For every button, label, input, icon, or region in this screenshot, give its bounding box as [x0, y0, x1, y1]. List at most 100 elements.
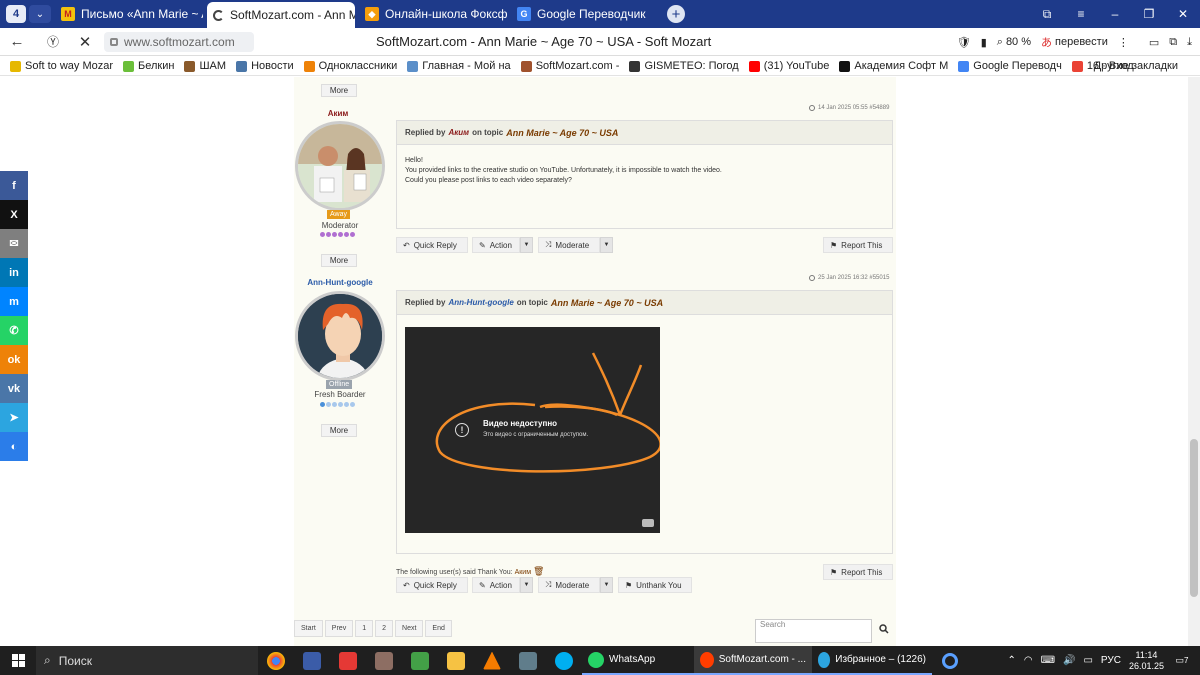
- taskbar-search[interactable]: ⌕ Поиск: [36, 646, 258, 675]
- vlc-icon[interactable]: [474, 646, 510, 675]
- share-button[interactable]: ✉: [0, 229, 28, 258]
- chrome-icon[interactable]: [258, 646, 294, 675]
- download-icon[interactable]: ⤓: [1187, 36, 1192, 49]
- report-button[interactable]: ⚑ Report This: [823, 564, 893, 580]
- notification-icon[interactable]: ▭ 7: [1172, 651, 1192, 671]
- close-button[interactable]: ✕: [1166, 7, 1200, 21]
- chevron-down-icon[interactable]: ▼: [600, 237, 613, 253]
- yandex-icon[interactable]: Ⓨ: [40, 33, 66, 50]
- other-bookmarks[interactable]: Другие закладки: [1094, 60, 1178, 72]
- protect-icon[interactable]: 🛡: [957, 36, 971, 49]
- circle-app-icon[interactable]: [932, 646, 968, 675]
- quick-reply-button[interactable]: ↶ Quick Reply: [396, 577, 468, 593]
- bookmark-item[interactable]: Белкин: [123, 60, 174, 72]
- share-button[interactable]: X: [0, 200, 28, 229]
- chevron-up-icon[interactable]: ⌃: [1007, 655, 1015, 666]
- sidebar-icon[interactable]: ▭: [1149, 36, 1159, 49]
- action-button[interactable]: ✎ Action ▼: [472, 577, 533, 593]
- keyboard-icon[interactable]: ⌨: [1041, 655, 1055, 666]
- bookmark-item[interactable]: Google Переводч: [958, 60, 1062, 72]
- bookmark-item[interactable]: GISMETEO: Погод: [629, 60, 739, 72]
- share-button[interactable]: f: [0, 171, 28, 200]
- tools-icon[interactable]: [402, 646, 438, 675]
- pager-next[interactable]: Next: [395, 620, 424, 637]
- pager-2[interactable]: 2: [375, 620, 394, 637]
- moderate-button[interactable]: ⤨ Moderate ▼: [538, 577, 613, 593]
- share-button[interactable]: ok: [0, 345, 28, 374]
- volume-icon[interactable]: 🔊: [1063, 655, 1075, 666]
- back-arrow-icon[interactable]: ←: [4, 33, 30, 50]
- share-button[interactable]: in: [0, 258, 28, 287]
- zoom-indicator[interactable]: ⌕ 80 %: [997, 36, 1031, 49]
- search-button[interactable]: [874, 619, 894, 639]
- tab-mail[interactable]: M Письмо «Ann Marie ~ Age: [55, 2, 203, 26]
- folder-icon[interactable]: [438, 646, 474, 675]
- battery-icon[interactable]: ▭: [1083, 655, 1092, 666]
- moderate-button[interactable]: ⤨ Moderate ▼: [538, 237, 613, 253]
- bookmark-item[interactable]: (31) YouTube: [748, 60, 829, 72]
- chevron-down-icon[interactable]: ▼: [520, 237, 533, 253]
- pager-prev[interactable]: Prev: [324, 620, 354, 637]
- bookmark-item[interactable]: Новости: [236, 60, 294, 72]
- stop-loading-icon[interactable]: ✕: [72, 33, 98, 51]
- pager-end[interactable]: End: [425, 620, 452, 637]
- share-button[interactable]: vk: [0, 374, 28, 403]
- tab-foxford[interactable]: ◆ Онлайн-школа Фоксфорд: [359, 2, 507, 26]
- calculator-icon[interactable]: [510, 646, 546, 675]
- username-ann-hunt-google[interactable]: Ann-Hunt-google: [300, 278, 380, 287]
- start-button[interactable]: [0, 646, 36, 675]
- search-input[interactable]: Search: [755, 619, 872, 643]
- embedded-video[interactable]: ! Видео недоступно Это видео с ограничен…: [405, 327, 660, 533]
- collections-icon[interactable]: ⧉: [1030, 7, 1064, 22]
- thanks-user-link[interactable]: Аким: [515, 569, 531, 576]
- share-button[interactable]: m: [0, 287, 28, 316]
- translate-button[interactable]: あ перевести: [1041, 34, 1108, 50]
- post-author-link[interactable]: Ann-Hunt-google: [448, 298, 513, 307]
- more-button[interactable]: More: [321, 84, 357, 97]
- trash-icon[interactable]: 🗑: [533, 566, 544, 576]
- bookmark-icon[interactable]: ▮: [981, 36, 987, 49]
- tab-count-badge[interactable]: 4: [6, 5, 26, 23]
- share-button[interactable]: ➤: [0, 403, 28, 432]
- extensions-icon[interactable]: ⧉: [1169, 36, 1177, 49]
- anydesk-icon[interactable]: [330, 646, 366, 675]
- tab-softmozart[interactable]: SoftMozart.com - Ann M: [207, 2, 355, 28]
- taskbar-softmozart[interactable]: SoftMozart.com - ...: [694, 646, 812, 675]
- bookmark-item[interactable]: SoftMozart.com -: [520, 60, 619, 72]
- save-icon[interactable]: [294, 646, 330, 675]
- post-author-link[interactable]: Аким: [448, 128, 469, 137]
- unthank-button[interactable]: ⚑ Unthank You: [618, 577, 692, 593]
- action-button[interactable]: ✎ Action ▼: [472, 237, 533, 253]
- skype-icon[interactable]: [546, 646, 582, 675]
- more-button[interactable]: More: [321, 424, 357, 437]
- share-button[interactable]: ◐: [0, 432, 28, 461]
- topic-link[interactable]: Ann Marie ~ Age 70 ~ USA: [551, 298, 663, 308]
- pager-1[interactable]: 1: [355, 620, 374, 637]
- more-button[interactable]: More: [321, 254, 357, 267]
- restore-button[interactable]: ❐: [1132, 7, 1166, 21]
- language-indicator[interactable]: РУС: [1101, 655, 1121, 666]
- share-button[interactable]: ✆: [0, 316, 28, 345]
- taskbar-whatsapp[interactable]: WhatsApp: [582, 646, 694, 675]
- bookmark-item[interactable]: Soft to way Mozar: [10, 60, 113, 72]
- minimize-button[interactable]: –: [1098, 7, 1132, 21]
- url-field[interactable]: www.softmozart.com: [104, 32, 254, 52]
- menu-icon[interactable]: ≡: [1064, 7, 1098, 21]
- tab-google-translate[interactable]: G Google Переводчик: [511, 2, 659, 26]
- topic-link[interactable]: Ann Marie ~ Age 70 ~ USA: [506, 128, 618, 138]
- chevron-down-icon[interactable]: ⌄: [29, 5, 51, 23]
- taskbar-clock[interactable]: 11:14 26.01.25: [1129, 650, 1164, 672]
- new-tab-button[interactable]: +: [667, 5, 685, 23]
- paint-icon[interactable]: [366, 646, 402, 675]
- wifi-icon[interactable]: ◠: [1024, 655, 1033, 666]
- quick-reply-button[interactable]: ↶ Quick Reply: [396, 237, 468, 253]
- taskbar-telegram[interactable]: Избранное – (1226): [812, 646, 932, 675]
- report-button[interactable]: ⚑ Report This: [823, 237, 893, 253]
- bookmark-item[interactable]: Главная - Мой на: [407, 60, 511, 72]
- chevron-down-icon[interactable]: ▼: [520, 577, 533, 593]
- scrollbar-thumb[interactable]: [1190, 439, 1198, 597]
- page-scrollbar[interactable]: [1188, 77, 1200, 646]
- pager-start[interactable]: Start: [294, 620, 323, 637]
- bookmark-item[interactable]: Академия Софт М: [839, 60, 948, 72]
- bookmark-item[interactable]: Одноклассники: [303, 60, 397, 72]
